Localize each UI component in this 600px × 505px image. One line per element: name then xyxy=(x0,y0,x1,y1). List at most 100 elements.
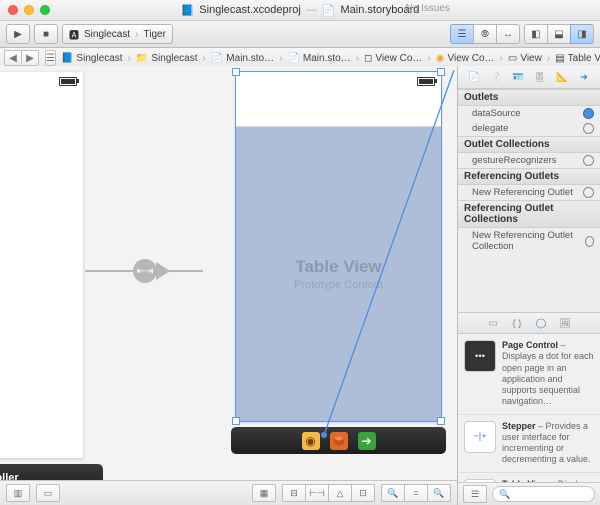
content-area: n Controller n Controller ⇤⇥ Table View … xyxy=(0,66,600,505)
scheme-selector[interactable]: 🅰 Singlecast › Tiger xyxy=(62,24,173,44)
lib-item-table-view[interactable]: ☰ Table View – Displays data in a list o… xyxy=(458,473,600,483)
jump-seg-1[interactable]: 📁 Singlecast xyxy=(133,53,201,64)
scheme-dest: Tiger xyxy=(143,29,165,40)
status-bar-left xyxy=(0,72,83,90)
resize-button[interactable]: ⊡ xyxy=(351,484,375,502)
version-editor-button[interactable]: ↔ xyxy=(496,24,520,44)
xcode-project-icon: 📘 xyxy=(181,4,195,17)
inspector-tab-bar: 📄 ❔ 🪪 🎚 📐 ➜ xyxy=(458,66,600,89)
table-view-title: Table View xyxy=(295,257,381,277)
window-traffic-lights xyxy=(8,5,50,15)
zoom-icon[interactable] xyxy=(40,5,50,15)
zoom-tools: 🔍 = 🔍 xyxy=(381,484,451,502)
segue-icon: ⇤⇥ xyxy=(133,259,157,283)
xcode-window: 📘 Singlecast.xcodeproj — 📄 Main.storyboa… xyxy=(0,0,600,505)
zoom-in-button[interactable]: 🔍 xyxy=(427,484,451,502)
outlets-header: Outlets xyxy=(458,89,600,106)
media-library-tab[interactable]: 🖼 xyxy=(558,316,572,330)
library-tab-bar: ▭ { } ◯ 🖼 xyxy=(458,312,600,333)
file-inspector-tab[interactable]: 📄 xyxy=(467,70,481,84)
outlet-gesture[interactable]: gestureRecognizers xyxy=(458,153,600,168)
library-search-input[interactable]: 🔍 xyxy=(492,486,595,502)
table-view[interactable]: Table View Prototype Content xyxy=(236,127,441,421)
ref-outlet-collections-header: Referencing Outlet Collections xyxy=(458,200,600,228)
zoom-actual-button[interactable]: = xyxy=(404,484,427,502)
attributes-inspector-tab[interactable]: 🎚 xyxy=(533,70,547,84)
resolve-button[interactable]: △ xyxy=(328,484,351,502)
outlet-collections-header: Outlet Collections xyxy=(458,136,600,153)
storyboard-canvas[interactable]: n Controller n Controller ⇤⇥ Table View … xyxy=(0,66,457,505)
standard-editor-button[interactable]: ☰ xyxy=(450,24,473,44)
jump-seg-4[interactable]: ◻ View Co… xyxy=(361,53,425,64)
view-controller-icon[interactable]: ◉ xyxy=(302,432,320,450)
jump-seg-7[interactable]: ▤ Table View xyxy=(552,53,600,64)
utilities-panel: 📄 ❔ 🪪 🎚 📐 ➜ Outlets dataSource delegate … xyxy=(457,66,600,505)
constraint-tools: ⊟ ⊢⊣ △ ⊡ xyxy=(282,484,375,502)
outlet-port-icon[interactable] xyxy=(585,236,594,247)
library-footer: ☰ 🔍 xyxy=(458,482,600,505)
navigation-bar-placeholder[interactable] xyxy=(236,90,441,127)
battery-icon xyxy=(59,77,77,86)
jump-seg-0[interactable]: 📘 Singlecast xyxy=(58,53,126,64)
object-library-tab[interactable]: ◯ xyxy=(534,316,548,330)
outlet-port-icon[interactable] xyxy=(583,108,594,119)
quick-help-tab[interactable]: ❔ xyxy=(489,70,503,84)
outlet-delegate[interactable]: delegate xyxy=(458,121,600,136)
panel-visibility-selector[interactable]: ◧ ⬓ ◨ xyxy=(524,24,594,44)
jump-seg-5[interactable]: ◉ View Co… xyxy=(433,53,498,64)
minimize-icon[interactable] xyxy=(24,5,34,15)
identity-inspector-tab[interactable]: 🪪 xyxy=(511,70,525,84)
outlet-port-icon[interactable] xyxy=(583,123,594,134)
stop-button[interactable]: ■ xyxy=(34,24,58,44)
jump-back-button[interactable]: ◀ xyxy=(4,50,21,66)
run-button[interactable]: ▶ xyxy=(6,24,30,44)
connections-inspector-tab[interactable]: ➜ xyxy=(577,70,591,84)
lib-item-stepper[interactable]: −|+ Stepper – Provides a user interface … xyxy=(458,415,600,473)
size-inspector-tab[interactable]: 📐 xyxy=(555,70,569,84)
file-template-tab[interactable]: ▭ xyxy=(486,316,500,330)
exit-icon[interactable]: ➔ xyxy=(358,432,376,450)
first-responder-icon[interactable] xyxy=(330,432,348,450)
close-icon[interactable] xyxy=(8,5,18,15)
left-view-controller[interactable]: n Controller xyxy=(0,72,83,458)
status-bar-right xyxy=(236,72,441,90)
scheme-name: Singlecast xyxy=(84,29,130,40)
chevron-right-icon: › xyxy=(135,29,138,40)
object-library[interactable]: ••• Page Control – Displays a dot for ea… xyxy=(458,333,600,482)
status-no-issues: No Issues xyxy=(406,3,450,14)
assistant-editor-button[interactable]: ⦾ xyxy=(473,24,496,44)
zoom-out-button[interactable]: 🔍 xyxy=(381,484,404,502)
outlet-new-ref[interactable]: New Referencing Outlet xyxy=(458,185,600,200)
editor-mode-selector[interactable]: ☰ ⦾ ↔ xyxy=(450,24,520,44)
outlet-datasource[interactable]: dataSource xyxy=(458,106,600,121)
any-any-button[interactable]: ▦ xyxy=(252,484,276,502)
toggle-navigator-button[interactable]: ◧ xyxy=(524,24,547,44)
pin-button[interactable]: ⊢⊣ xyxy=(305,484,328,502)
right-view-controller[interactable]: Table View Prototype Content xyxy=(236,72,441,421)
jump-forward-button[interactable]: ▶ xyxy=(21,50,39,66)
title-project: Singlecast.xcodeproj xyxy=(199,4,301,16)
document-outline-button[interactable]: ▭ xyxy=(36,484,60,502)
related-items-button[interactable]: ☰ xyxy=(45,50,56,66)
segue-arrow[interactable]: ⇤⇥ xyxy=(85,259,170,283)
jump-seg-2[interactable]: 📄 Main.sto… xyxy=(208,53,277,64)
canvas-footer-bar: ▥ ▭ ▦ ⊟ ⊢⊣ △ ⊡ 🔍 = 🔍 xyxy=(0,480,457,505)
outlet-port-icon[interactable] xyxy=(583,187,594,198)
connections-inspector: Outlets dataSource delegate Outlet Colle… xyxy=(458,89,600,312)
ref-outlets-header: Referencing Outlets xyxy=(458,168,600,185)
outlet-port-icon[interactable] xyxy=(583,155,594,166)
outlet-new-ref-coll[interactable]: New Referencing Outlet Collection xyxy=(458,228,600,254)
jump-seg-3[interactable]: 📄 Main.sto… xyxy=(284,53,353,64)
outline-toggle-button[interactable]: ▥ xyxy=(6,484,30,502)
library-view-mode-button[interactable]: ☰ xyxy=(463,485,487,503)
toolbar: ▶ ■ 🅰 Singlecast › Tiger ☰ ⦾ ↔ ◧ ⬓ ◨ xyxy=(0,21,600,48)
right-scene-dock[interactable]: ◉ ➔ xyxy=(231,427,446,454)
table-view-subtitle: Prototype Content xyxy=(294,279,383,291)
lib-item-page-control[interactable]: ••• Page Control – Displays a dot for ea… xyxy=(458,334,600,415)
align-button[interactable]: ⊟ xyxy=(282,484,305,502)
code-snippet-tab[interactable]: { } xyxy=(510,316,524,330)
toggle-debug-button[interactable]: ⬓ xyxy=(547,24,570,44)
page-control-icon: ••• xyxy=(464,340,496,372)
jump-seg-6[interactable]: ▭ View xyxy=(505,53,545,64)
toggle-utilities-button[interactable]: ◨ xyxy=(570,24,594,44)
